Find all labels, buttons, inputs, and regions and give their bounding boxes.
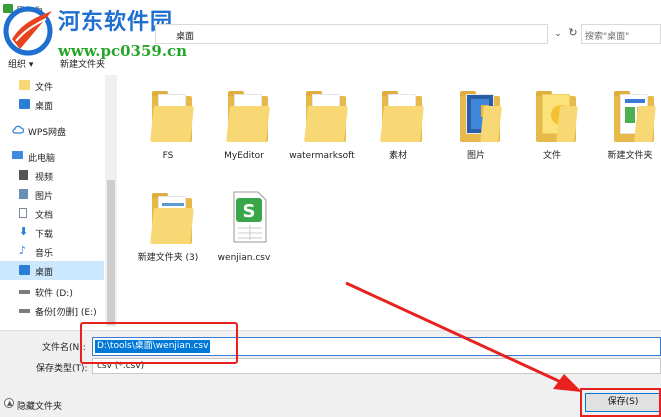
file-name: 新建文件夹 (3) [137,253,199,263]
computer-icon [12,151,23,159]
sidebar-item-label: 下载 [35,230,54,240]
drive-icon [19,290,30,294]
file-item-files[interactable]: 文件 [514,72,590,164]
search-input[interactable]: 搜索"桌面" [581,24,661,44]
file-item-myeditor[interactable]: MyEditor [206,72,282,164]
file-name: 素材 [388,151,407,161]
sidebar-item-documents[interactable]: 文档 [0,204,104,223]
hide-folders-label[interactable]: 隐藏文件夹 [17,399,62,412]
file-item-watermarksoft[interactable]: watermarksoft [284,72,360,164]
file-name: MyEditor [224,151,264,161]
search-placeholder: 搜索"桌面" [585,32,630,42]
folder-icon [304,86,348,144]
folder-icon [534,86,578,144]
file-item-fs[interactable]: FS [130,72,206,164]
sidebar-item-drive-d[interactable]: 软件 (D:) [0,282,104,301]
file-name: 图片 [466,151,485,161]
sidebar-item-drive-e[interactable]: 备份[勿删] (E:) [0,301,104,320]
file-list: FS MyEditor watermarksoft 素材 图片 文件 新建文件夹… [118,72,661,330]
file-item-pictures[interactable]: 图片 [438,72,514,164]
folder-icon [226,86,270,144]
sidebar-scrollbar-thumb[interactable] [107,180,115,325]
refresh-icon[interactable]: ↻ [566,25,580,41]
sidebar-item-label: 视频 [35,173,54,183]
file-item-wenjian-csv[interactable]: S wenjian.csv [206,174,282,266]
folder-icon [612,86,656,144]
folder-icon [150,86,194,144]
picture-icon [19,189,28,199]
svg-text:S: S [243,201,256,222]
file-item-new-folder[interactable]: 新建文件夹 [592,72,661,164]
drive-icon [19,309,30,313]
sidebar-item-desktop-selected[interactable]: 桌面 [0,261,104,280]
file-name: FS [162,151,174,161]
watermark-logo-icon [3,6,53,56]
sidebar-item-label: 文档 [35,211,54,221]
folder-icon [380,86,424,144]
file-name: wenjian.csv [217,253,271,263]
file-name: 新建文件夹 [607,151,653,161]
save-as-dialog: 另存为 河东软件园 www.pc0359.cn 桌面 ⌄ ↻ 搜索"桌面" 组织… [0,0,661,417]
new-folder-button[interactable]: 新建文件夹 [60,57,105,70]
sidebar-item-this-pc[interactable]: 此电脑 [0,147,104,166]
file-name: watermarksoft [289,151,355,161]
folder-icon [19,80,30,90]
sidebar-item-desktop[interactable]: 桌面 [0,95,104,114]
toolbar: 组织 ▾ 新建文件夹 [0,52,661,70]
sidebar-item-pictures[interactable]: 图片 [0,185,104,204]
sidebar-item-label: 图片 [35,192,54,202]
sidebar-item-label: 桌面 [35,102,54,112]
sidebar-item-label: 文件 [35,83,54,93]
cloud-icon [12,125,25,135]
desktop-icon [19,99,30,109]
sidebar-item-label: WPS网盘 [28,128,67,138]
document-icon [19,208,27,218]
breadcrumb-desktop[interactable]: 桌面 [176,29,194,42]
hide-folders-toggle[interactable]: ▲ [4,398,14,408]
sidebar-item-music[interactable]: ♪ 音乐 [0,242,104,261]
file-name: 文件 [542,151,561,161]
file-item-materials[interactable]: 素材 [360,72,436,164]
video-icon [19,170,28,180]
chevron-up-icon: ▲ [7,399,13,407]
music-icon: ♪ [19,244,27,257]
csv-file-icon: S [233,191,267,243]
sidebar-item-label: 备份[勿删] (E:) [35,308,97,318]
file-item-new-folder-3[interactable]: 新建文件夹 (3) [130,174,206,266]
folder-icon [458,86,502,144]
address-bar[interactable]: 桌面 [155,24,548,44]
folder-icon [150,188,194,246]
chevron-down-icon[interactable]: ⌄ [551,27,565,41]
navigation-pane: 文件 桌面 WPS网盘 此电脑 视频 图片 文档 ⬇ 下载 ♪ 音乐 桌面 软件… [0,72,118,330]
sidebar-item-downloads[interactable]: ⬇ 下载 [0,223,104,242]
desktop-icon [19,265,30,275]
filename-highlight-box [80,322,238,364]
organize-menu-button[interactable]: 组织 ▾ [8,57,33,70]
sidebar-item-label: 软件 (D:) [35,289,73,299]
sidebar-item-wps-cloud[interactable]: WPS网盘 [0,121,104,140]
sidebar-item-files[interactable]: 文件 [0,76,104,95]
save-button-highlight-box [580,388,661,417]
sidebar-item-videos[interactable]: 视频 [0,166,104,185]
sidebar-item-label: 桌面 [35,268,54,278]
sidebar-item-label: 此电脑 [28,154,56,164]
download-icon: ⬇ [19,225,29,238]
sidebar-item-label: 音乐 [35,249,54,259]
